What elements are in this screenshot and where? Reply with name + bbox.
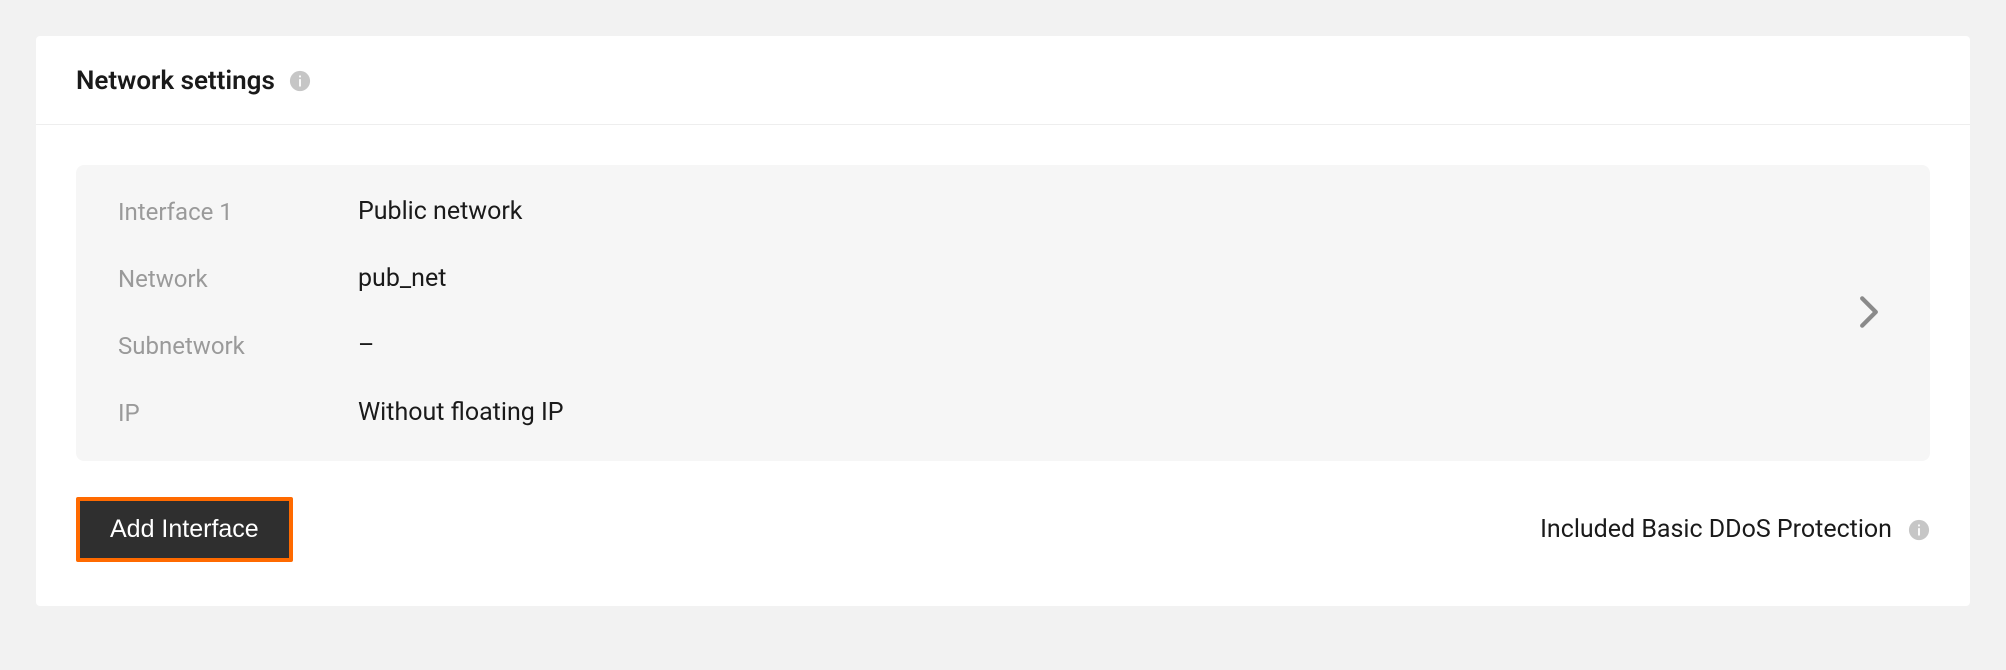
card-body: Interface 1 Public network Network pub_n…: [36, 125, 1970, 461]
network-label: Network: [118, 265, 358, 293]
interface-block[interactable]: Interface 1 Public network Network pub_n…: [76, 165, 1930, 461]
interface-kv-grid: Interface 1 Public network Network pub_n…: [118, 197, 1834, 427]
info-icon[interactable]: [1908, 519, 1930, 541]
add-interface-button[interactable]: Add Interface: [76, 497, 293, 562]
network-value: pub_net: [358, 264, 1834, 293]
interface-title-label: Interface 1: [118, 198, 358, 226]
subnetwork-label: Subnetwork: [118, 332, 358, 360]
ddos-text: Included Basic DDoS Protection: [1540, 515, 1892, 544]
subnetwork-value: –: [358, 331, 1834, 360]
ip-label: IP: [118, 399, 358, 427]
ip-value: Without floating IP: [358, 398, 1834, 427]
card-header: Network settings: [36, 36, 1970, 125]
page-root: Network settings Interface 1 Public netw…: [0, 0, 2006, 642]
section-title: Network settings: [76, 66, 275, 96]
info-icon[interactable]: [289, 70, 311, 92]
ddos-info: Included Basic DDoS Protection: [1540, 515, 1930, 544]
actions-row: Add Interface Included Basic DDoS Protec…: [36, 461, 1970, 562]
network-settings-card: Network settings Interface 1 Public netw…: [36, 36, 1970, 606]
interface-title-value: Public network: [358, 197, 1834, 226]
chevron-right-icon[interactable]: [1858, 295, 1888, 329]
